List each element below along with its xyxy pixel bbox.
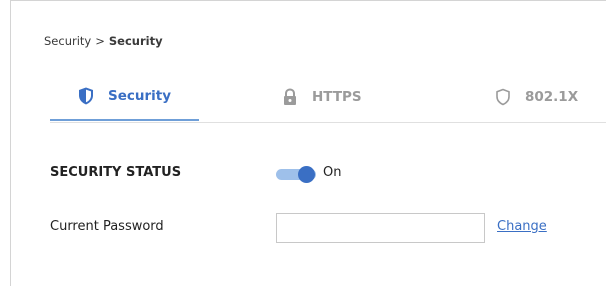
- breadcrumb-parent[interactable]: Security: [44, 34, 91, 48]
- security-status-label: SECURITY STATUS: [50, 165, 182, 180]
- breadcrumb: Security > Security: [44, 34, 163, 48]
- tab-8021x[interactable]: 802.1X: [495, 72, 578, 121]
- shield-filled-icon: [78, 87, 94, 105]
- breadcrumb-current: Security: [108, 34, 163, 48]
- change-password-link[interactable]: Change: [497, 219, 547, 234]
- current-password-label: Current Password: [50, 219, 164, 234]
- tab-https-label: HTTPS: [312, 88, 362, 105]
- current-password-input[interactable]: [276, 213, 485, 243]
- security-status-state: On: [323, 165, 342, 180]
- tab-security-label: Security: [108, 87, 172, 104]
- security-status-toggle[interactable]: [276, 166, 318, 183]
- breadcrumb-separator: >: [95, 34, 105, 48]
- tab-bar: Security HTTPS 802.1X: [50, 72, 606, 123]
- tab-security[interactable]: Security: [50, 72, 199, 121]
- lock-icon: [282, 87, 298, 106]
- tab-8021x-label: 802.1X: [525, 88, 579, 105]
- tab-https[interactable]: HTTPS: [282, 72, 362, 121]
- toggle-knob: [298, 166, 315, 183]
- shield-outline-icon: [495, 88, 511, 106]
